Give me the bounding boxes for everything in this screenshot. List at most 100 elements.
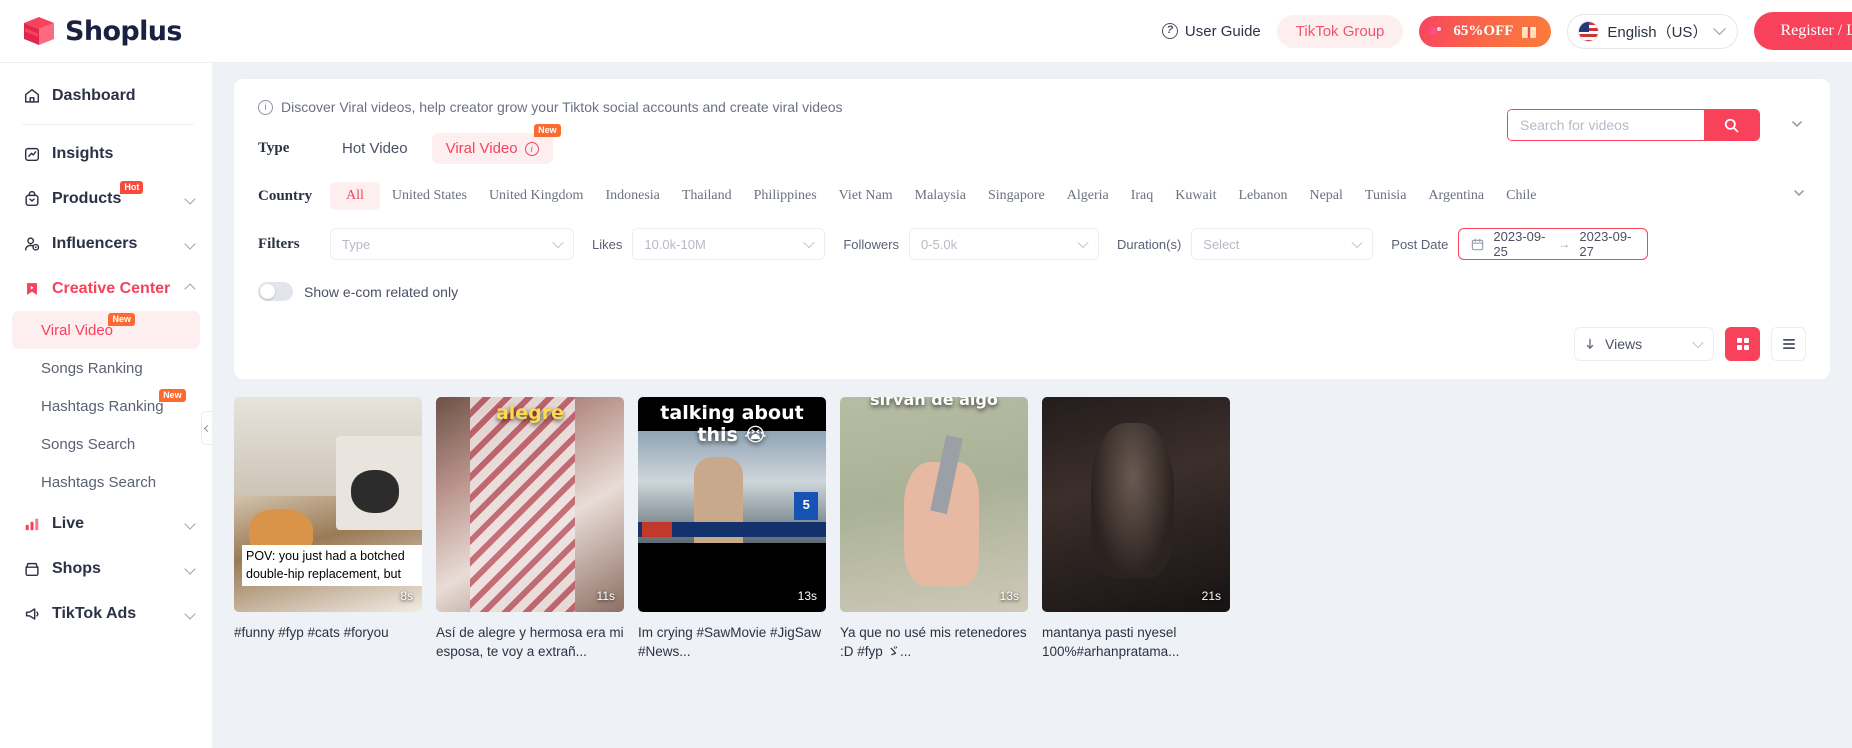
chevron-down-icon — [184, 517, 196, 530]
top-header: Shoplus ? User Guide TikTok Group 65%OFF — [0, 0, 1852, 63]
post-date-range-picker[interactable]: 2023-09-25 → 2023-09-27 — [1458, 228, 1649, 260]
chevron-down-icon — [1077, 236, 1089, 249]
list-view-button[interactable] — [1771, 327, 1806, 361]
followers-select[interactable]: 0-5.0k — [908, 228, 1099, 260]
chevron-down-icon — [1792, 121, 1802, 127]
chevron-down-icon — [1794, 190, 1804, 196]
country-tab[interactable]: Argentina — [1418, 182, 1494, 210]
country-tab[interactable]: Kuwait — [1165, 182, 1226, 210]
video-thumbnail[interactable]: 21s — [1042, 397, 1230, 612]
chevron-down-icon — [184, 607, 196, 620]
country-tab[interactable]: Iraq — [1121, 182, 1164, 210]
duration-select[interactable]: Select — [1191, 228, 1374, 260]
sidebar-item-label: Creative Center — [52, 279, 171, 297]
country-expand-toggle[interactable] — [1792, 186, 1806, 205]
country-tab[interactable]: Algeria — [1057, 182, 1119, 210]
user-guide-button[interactable]: ? User Guide — [1161, 22, 1261, 40]
promo-label: 65%OFF — [1453, 22, 1514, 39]
new-badge: New — [108, 312, 135, 326]
video-thumbnail[interactable]: POV: you just had a botched double-hip r… — [234, 397, 422, 612]
ecom-toggle[interactable] — [258, 282, 293, 301]
subitem-label: Songs Ranking — [41, 359, 143, 377]
country-label: Country — [258, 187, 313, 204]
video-thumbnail[interactable]: 5 talking about this 😭 13s — [638, 397, 826, 612]
chevron-down-icon — [184, 562, 196, 575]
sidebar-subitem-songs-ranking[interactable]: Songs Ranking — [12, 349, 200, 387]
country-tab[interactable]: Tunisia — [1355, 182, 1417, 210]
promo-badge-button[interactable]: 65%OFF — [1419, 15, 1552, 47]
sidebar-item-live[interactable]: Live — [0, 501, 212, 546]
megaphone-icon — [22, 604, 41, 623]
video-duration: 13s — [797, 589, 817, 603]
sidebar-divider — [22, 124, 194, 125]
search-icon — [1724, 118, 1739, 132]
country-tab[interactable]: Viet Nam — [829, 182, 903, 210]
sidebar-item-tiktok-ads[interactable]: TikTok Ads — [0, 591, 212, 636]
bookmark-play-icon — [22, 279, 41, 298]
filters-row: Filters Type Likes 10.0k-10M Followers 0… — [258, 228, 1806, 260]
chevron-down-icon — [184, 192, 196, 205]
video-card[interactable]: POV: you just had a botched double-hip r… — [234, 397, 422, 661]
sidebar-item-products[interactable]: Products Hot — [0, 176, 212, 221]
register-login-button[interactable]: Register / L — [1754, 12, 1852, 50]
sidebar-subitem-songs-search[interactable]: Songs Search — [12, 425, 200, 463]
sidebar-item-shops[interactable]: Shops — [0, 546, 212, 591]
sidebar: Dashboard Insights Products Hot Influenc… — [0, 63, 212, 748]
sort-select[interactable]: Views — [1574, 327, 1714, 361]
country-tab[interactable]: United States — [382, 182, 477, 210]
type-tab-hot-video[interactable]: Hot Video — [330, 134, 420, 163]
subitem-label: Songs Search — [41, 435, 136, 453]
country-filter-row: Country All United States United Kingdom… — [258, 182, 1806, 210]
sidebar-item-creative-center[interactable]: Creative Center — [0, 266, 212, 311]
label-text: Viral Video — [41, 321, 113, 339]
country-tab[interactable]: Singapore — [978, 182, 1055, 210]
video-grid: POV: you just had a botched double-hip r… — [212, 379, 1852, 661]
video-card[interactable]: 21s mantanya pasti nyesel 100%#arhanprat… — [1042, 397, 1230, 661]
country-tab[interactable]: Indonesia — [595, 182, 669, 210]
new-badge: New — [534, 124, 561, 137]
country-tab[interactable]: All — [330, 182, 380, 210]
type-select[interactable]: Type — [330, 228, 574, 260]
sidebar-item-insights[interactable]: Insights — [0, 131, 212, 176]
tiktok-group-button[interactable]: TikTok Group — [1276, 14, 1404, 48]
country-tab[interactable]: Philippines — [744, 182, 827, 210]
sidebar-collapse-toggle[interactable] — [201, 411, 212, 445]
tip-text: Discover Viral videos, help creator grow… — [281, 99, 843, 115]
thumbnail-overlay-text: separadas que no sirvan de algo — [870, 397, 998, 410]
country-tab[interactable]: Chile — [1496, 182, 1546, 210]
user-guide-label: User Guide — [1184, 22, 1261, 40]
sidebar-item-influencers[interactable]: Influencers — [0, 221, 212, 266]
sidebar-item-dashboard[interactable]: Dashboard — [0, 73, 212, 118]
likes-select[interactable]: 10.0k-10M — [632, 228, 826, 260]
sidebar-item-label: Shops — [52, 559, 101, 577]
logo[interactable]: Shoplus — [0, 15, 212, 47]
language-selector[interactable]: English（US） — [1567, 13, 1739, 49]
country-tab[interactable]: Thailand — [672, 182, 742, 210]
subitem-label: Hashtags Ranking New — [41, 388, 186, 415]
video-thumbnail[interactable]: alegre 11s — [436, 397, 624, 612]
video-thumbnail[interactable]: separadas que no sirvan de algo 13s — [840, 397, 1028, 612]
post-date-label: Post Date — [1391, 236, 1449, 252]
bag-icon — [22, 189, 41, 208]
country-tab[interactable]: Malaysia — [905, 182, 976, 210]
video-card[interactable]: alegre 11s Así de alegre y hermosa era m… — [436, 397, 624, 661]
sidebar-subitem-viral-video[interactable]: Viral Video New — [12, 311, 200, 349]
country-tab[interactable]: United Kingdom — [479, 182, 594, 210]
chevron-up-icon — [184, 282, 196, 295]
video-card[interactable]: separadas que no sirvan de algo 13s Ya q… — [840, 397, 1028, 661]
new-badge: New — [159, 388, 186, 402]
followers-select-value: 0-5.0k — [920, 236, 958, 252]
chevron-down-icon — [184, 237, 196, 250]
sidebar-subitem-hashtags-search[interactable]: Hashtags Search — [12, 463, 200, 501]
date-to: 2023-09-27 — [1579, 229, 1632, 259]
type-tab-viral-video[interactable]: Viral Video i New — [431, 124, 561, 164]
sidebar-subitem-hashtags-ranking[interactable]: Hashtags Ranking New — [12, 387, 200, 425]
info-icon: i — [524, 141, 539, 156]
likes-select-value: 10.0k-10M — [644, 236, 706, 252]
date-from: 2023-09-25 — [1493, 229, 1546, 259]
grid-view-button[interactable] — [1725, 327, 1760, 361]
country-tab[interactable]: Nepal — [1299, 182, 1352, 210]
video-card[interactable]: 5 talking about this 😭 13s Im crying #Sa… — [638, 397, 826, 661]
video-caption: Im crying #SawMovie #JigSaw #News... — [638, 625, 822, 660]
country-tab[interactable]: Lebanon — [1228, 182, 1297, 210]
